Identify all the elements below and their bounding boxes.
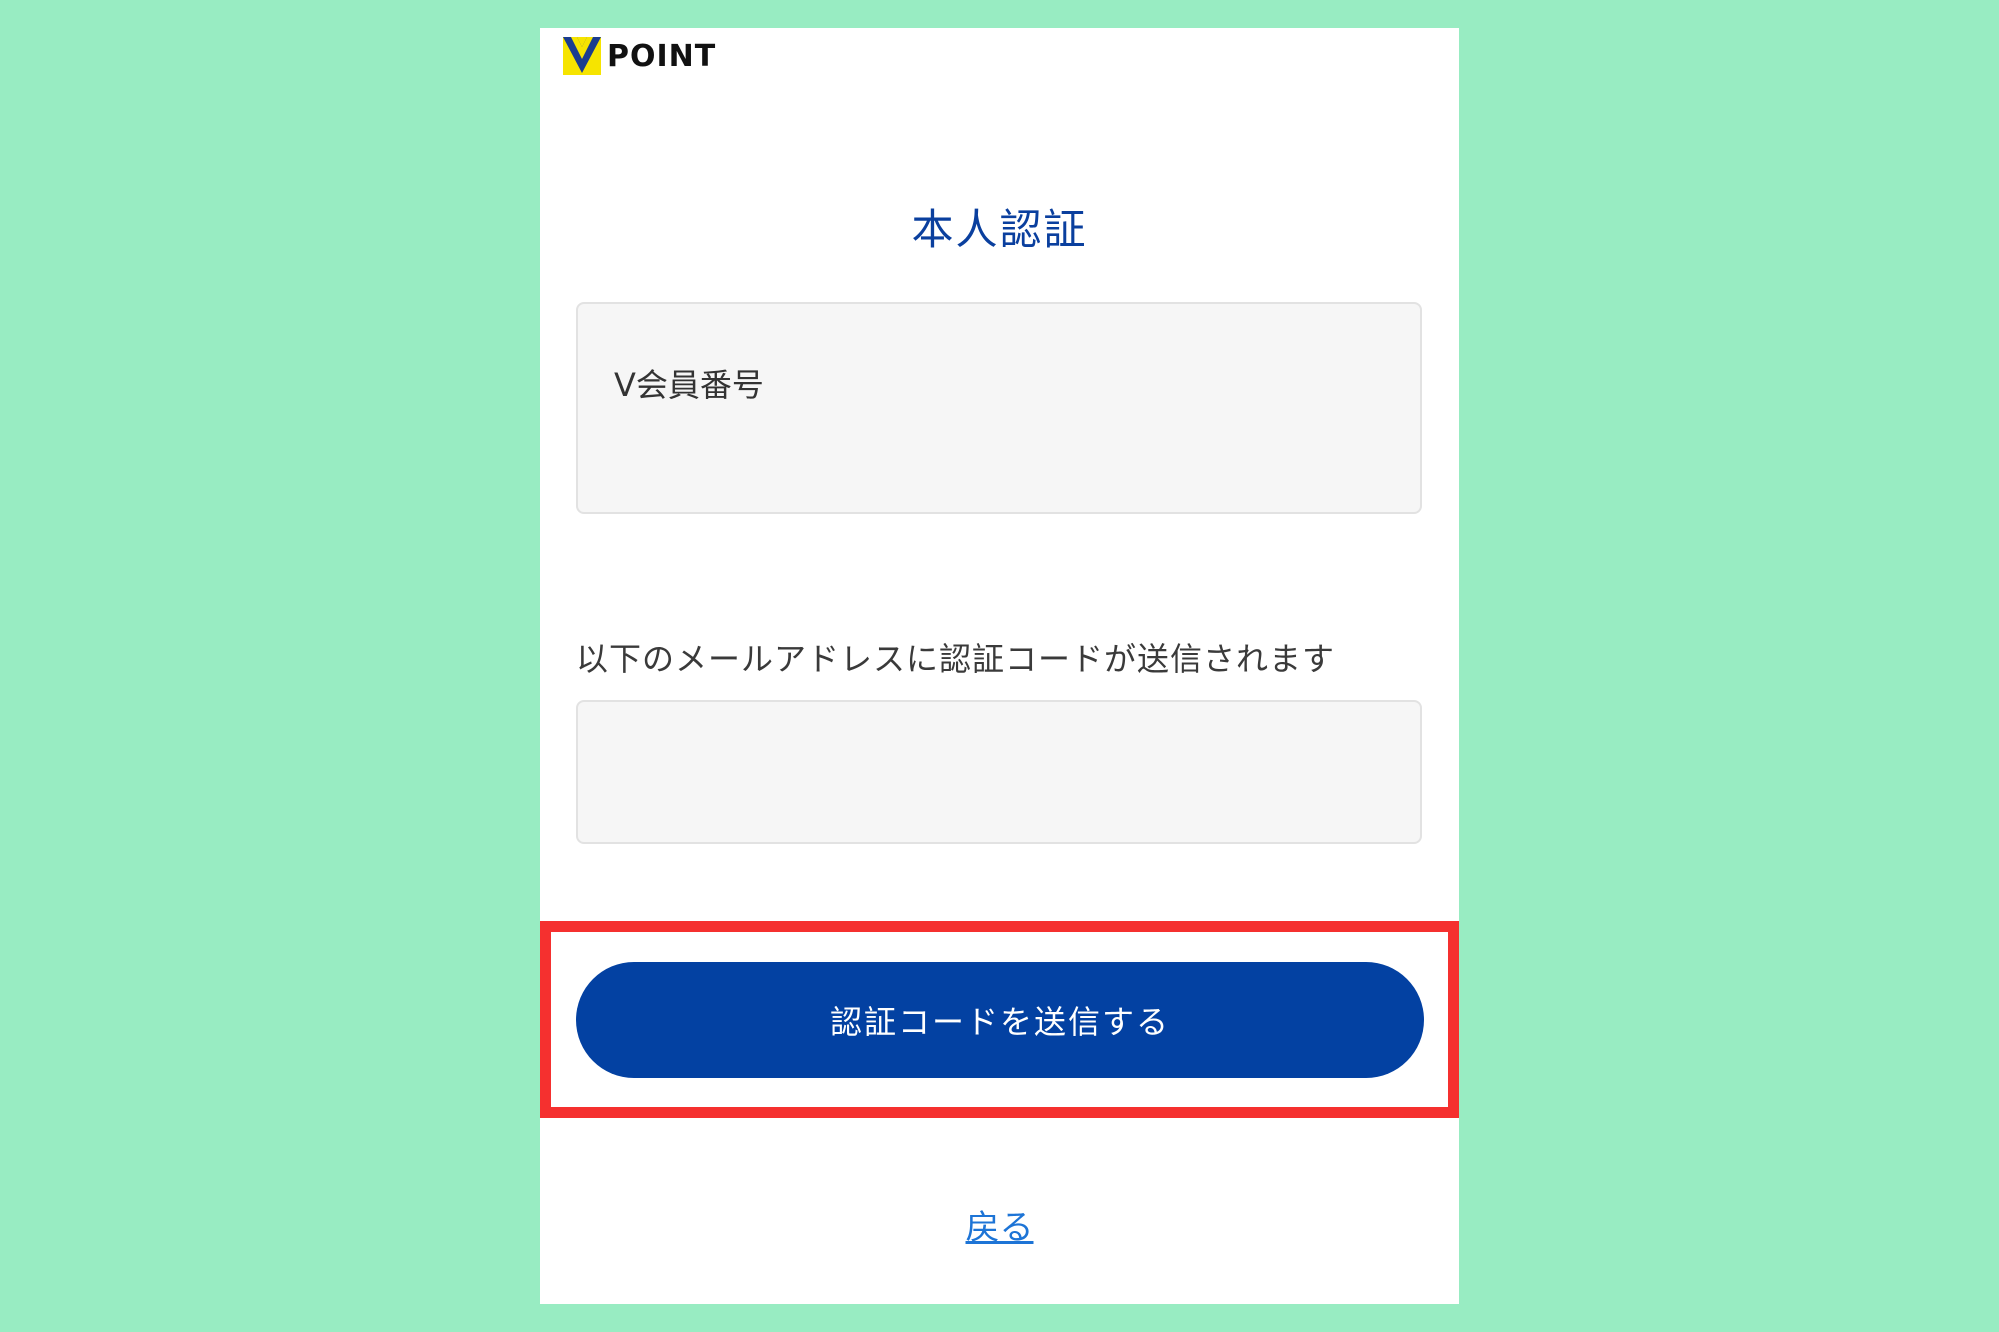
send-code-button[interactable]: 認証コードを送信する bbox=[576, 962, 1424, 1078]
logo-text: POINT bbox=[607, 38, 717, 74]
email-field bbox=[576, 700, 1422, 844]
v-logo-icon bbox=[563, 37, 601, 75]
auth-card: POINT 本人認証 V会員番号 以下のメールアドレスに認証コードが送信されます… bbox=[540, 28, 1459, 1304]
brand-logo: POINT bbox=[563, 36, 716, 76]
email-note: 以下のメールアドレスに認証コードが送信されます bbox=[576, 640, 1336, 678]
page-title: 本人認証 bbox=[911, 205, 1088, 254]
back-link-wrapper: 戻る bbox=[540, 1200, 1459, 1249]
member-number-field[interactable]: V会員番号 bbox=[576, 302, 1422, 514]
member-number-label: V会員番号 bbox=[614, 366, 764, 404]
back-link[interactable]: 戻る bbox=[966, 1208, 1034, 1248]
